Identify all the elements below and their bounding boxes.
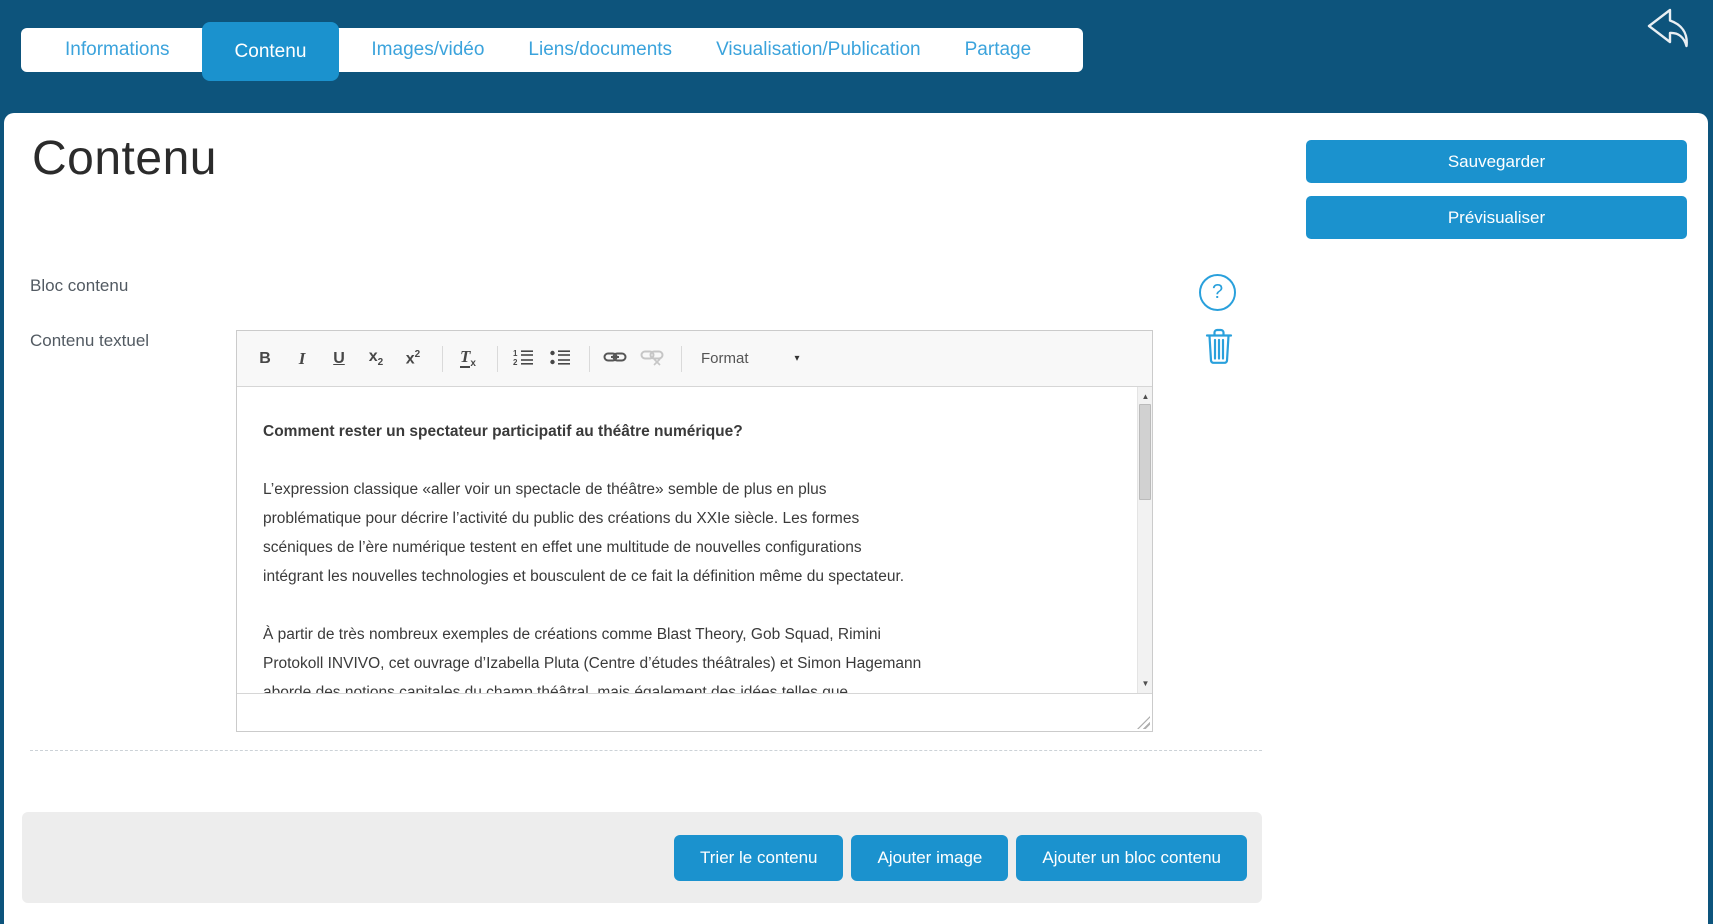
scrollbar-down-icon[interactable]: ▼: [1138, 676, 1152, 691]
paragraph-line: À partir de très nombreux exemples de cr…: [263, 620, 1106, 649]
paragraph-line: intégrant les nouvelles technologies et …: [263, 562, 1106, 591]
app-window: Informations Contenu Images/vidéo Liens/…: [0, 0, 1713, 924]
link-icon[interactable]: [603, 349, 627, 369]
tab-liens-documents[interactable]: Liens/documents: [506, 28, 694, 72]
subscript-mark: 2: [378, 357, 384, 368]
editor-scrollbar[interactable]: ▲ ▼: [1137, 387, 1152, 693]
subscript-base: x: [369, 348, 378, 365]
help-icon[interactable]: ?: [1199, 274, 1236, 311]
bold-button[interactable]: B: [253, 351, 277, 367]
editor-heading: Comment rester un spectateur participati…: [263, 417, 1106, 446]
superscript-base: x: [406, 350, 415, 367]
bulleted-list-icon[interactable]: [548, 348, 572, 370]
editor-paragraph: L’expression classique «aller voir un sp…: [263, 475, 1106, 591]
toolbar-separator: [681, 346, 682, 372]
editor-footer: [237, 693, 1152, 731]
help-glyph: ?: [1212, 281, 1223, 304]
scrollbar-thumb[interactable]: [1139, 404, 1151, 500]
sort-content-button[interactable]: Trier le contenu: [674, 835, 843, 881]
rich-text-editor: B I U x2 x2 Tx 1 2: [236, 330, 1153, 732]
preview-button[interactable]: Prévisualiser: [1306, 196, 1687, 239]
resize-handle[interactable]: [1137, 716, 1150, 729]
format-dropdown[interactable]: Format ▾: [701, 350, 800, 367]
scrollbar-up-icon[interactable]: ▲: [1138, 389, 1152, 404]
paragraph-line: Protokoll INVIVO, cet ouvrage d’Izabella…: [263, 649, 1106, 678]
tab-partage[interactable]: Partage: [943, 28, 1054, 72]
italic-button[interactable]: I: [290, 350, 314, 367]
tab-images-video[interactable]: Images/vidéo: [349, 28, 506, 72]
block-content-label: Bloc contenu: [30, 276, 128, 296]
unlink-icon: [640, 348, 664, 370]
bottom-action-bar: Trier le contenu Ajouter image Ajouter u…: [22, 812, 1262, 903]
superscript-button[interactable]: x2: [401, 350, 425, 367]
remove-format-button[interactable]: Tx: [456, 348, 480, 369]
delete-block-icon[interactable]: [1203, 326, 1235, 371]
remove-format-mark: x: [470, 358, 476, 369]
top-header: Informations Contenu Images/vidéo Liens/…: [0, 0, 1713, 113]
svg-text:1: 1: [513, 349, 518, 358]
dashed-divider: [30, 750, 1262, 751]
numbered-list-icon[interactable]: 1 2: [511, 348, 535, 370]
subscript-button[interactable]: x2: [364, 349, 388, 368]
content-panel: Contenu Sauvegarder Prévisualiser Bloc c…: [4, 113, 1708, 924]
paragraph-line: aborde des notions capitales du champ th…: [263, 678, 1106, 693]
remove-format-base: T: [460, 348, 470, 368]
back-arrow-icon[interactable]: [1641, 6, 1689, 52]
toolbar-separator: [442, 346, 443, 372]
superscript-mark: 2: [415, 349, 421, 360]
paragraph-line: problématique pour décrire l’activité du…: [263, 504, 1106, 533]
text-content-label: Contenu textuel: [30, 331, 149, 351]
format-dropdown-label: Format: [701, 350, 749, 367]
editor-toolbar: B I U x2 x2 Tx 1 2: [237, 331, 1152, 387]
tab-bar: Informations Contenu Images/vidéo Liens/…: [21, 28, 1083, 72]
page-title: Contenu: [32, 131, 217, 186]
paragraph-line: scéniques de l’ère numérique testent en …: [263, 533, 1106, 562]
tab-informations[interactable]: Informations: [43, 28, 192, 72]
chevron-down-icon: ▾: [795, 353, 800, 364]
editor-content-area[interactable]: Comment rester un spectateur participati…: [237, 387, 1152, 693]
tab-visualisation-publication[interactable]: Visualisation/Publication: [694, 28, 943, 72]
save-button[interactable]: Sauvegarder: [1306, 140, 1687, 183]
toolbar-separator: [497, 346, 498, 372]
add-image-button[interactable]: Ajouter image: [851, 835, 1008, 881]
svg-text:2: 2: [513, 358, 518, 366]
add-content-block-button[interactable]: Ajouter un bloc contenu: [1016, 835, 1247, 881]
tab-contenu[interactable]: Contenu: [202, 22, 340, 81]
paragraph-line: L’expression classique «aller voir un sp…: [263, 475, 1106, 504]
toolbar-separator: [589, 346, 590, 372]
underline-button[interactable]: U: [327, 351, 351, 367]
editor-paragraph: À partir de très nombreux exemples de cr…: [263, 620, 1106, 693]
